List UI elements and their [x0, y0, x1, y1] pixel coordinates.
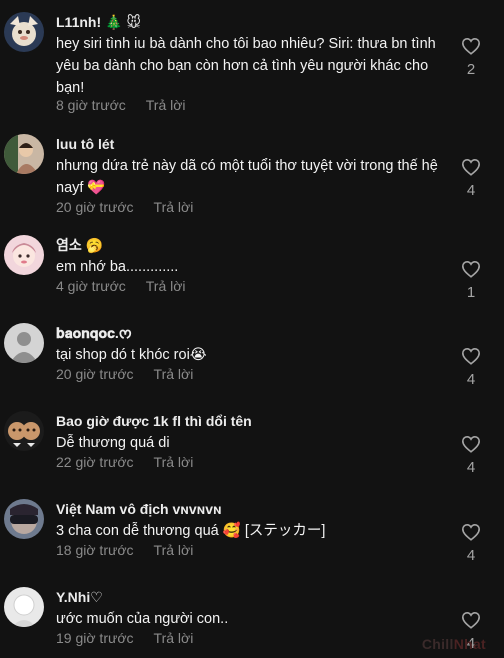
like-button[interactable]: 4	[457, 435, 485, 477]
reply-button[interactable]: Trả lời	[146, 277, 186, 295]
like-button[interactable]: 2	[457, 37, 485, 79]
comment-text: nhưng dứa trẻ này dã có một tuổi thơ tuy…	[56, 158, 438, 196]
comment-meta: 22 giờ trước Trả lời	[56, 453, 193, 471]
heart-icon	[461, 158, 481, 176]
like-count: 4	[466, 371, 476, 388]
comment-timestamp: 8 giờ trước	[56, 97, 126, 113]
comment-text: 3 cha con dễ thương quá 🥰 [ステッカー]	[56, 523, 326, 539]
comment-username[interactable]: L11nh! 🎄 🐭	[56, 13, 141, 31]
like-button[interactable]: 4	[457, 158, 485, 200]
comment-text: tại shop dó t khóc roi😭	[56, 347, 207, 363]
comment-meta: 19 giờ trước Trả lời	[56, 629, 193, 647]
comment-timestamp: 4 giờ trước	[56, 278, 126, 294]
comment-text: Dễ thương quá di	[56, 435, 170, 451]
heart-icon	[461, 523, 481, 541]
comment-meta: 4 giờ trước Trả lời	[56, 277, 186, 295]
like-count: 4	[466, 182, 476, 199]
reply-button[interactable]: Trả lời	[154, 198, 194, 216]
comment-timestamp: 19 giờ trước	[56, 630, 134, 646]
avatar[interactable]	[4, 499, 44, 539]
comment-username[interactable]: 염소 🥱	[56, 236, 103, 254]
reply-button[interactable]: Trả lời	[146, 96, 186, 114]
heart-icon	[461, 260, 481, 278]
comment-timestamp: 20 giờ trước	[56, 199, 134, 215]
comment-timestamp: 22 giờ trước	[56, 454, 134, 470]
comments-screen: { "comments": [ { "username": "L11nh! 🎄 …	[0, 0, 504, 658]
reply-button[interactable]: Trả lời	[154, 541, 194, 559]
comment-text: hey siri tình iu bà dành cho tôi bao nhi…	[56, 36, 436, 96]
like-button[interactable]: 4	[457, 523, 485, 565]
avatar[interactable]	[4, 235, 44, 275]
comment-meta: 18 giờ trước Trả lời	[56, 541, 193, 559]
comment-username[interactable]: Việt Nam vô địch ᴠɴᴠɴᴠɴ	[56, 500, 222, 518]
heart-icon	[461, 347, 481, 365]
avatar[interactable]	[4, 587, 44, 627]
comment-meta: 20 giờ trước Trả lời	[56, 198, 193, 216]
comment-username[interactable]: luu tô lét	[56, 135, 114, 153]
reply-button[interactable]: Trả lời	[154, 453, 194, 471]
comment-text: ước muốn của người con..	[56, 611, 229, 627]
heart-icon	[461, 37, 481, 55]
avatar[interactable]	[4, 12, 44, 52]
watermark: ChillNhat	[421, 636, 486, 652]
avatar[interactable]	[4, 323, 44, 363]
comment-meta: 20 giờ trước Trả lời	[56, 365, 193, 383]
comment-meta: 8 giờ trước Trả lời	[56, 96, 186, 114]
comment-username[interactable]: Bao giờ được 1k fl thì dổi tên	[56, 412, 252, 430]
like-count: 2	[466, 61, 476, 78]
like-button[interactable]: 4	[457, 347, 485, 389]
reply-button[interactable]: Trả lời	[154, 365, 194, 383]
like-count: 1	[466, 284, 476, 301]
comment-text: em nhớ ba.............	[56, 259, 179, 275]
like-count: 4	[466, 459, 476, 476]
reply-button[interactable]: Trả lời	[154, 629, 194, 647]
heart-icon	[461, 611, 481, 629]
avatar[interactable]	[4, 134, 44, 174]
comment-timestamp: 18 giờ trước	[56, 542, 134, 558]
like-count: 4	[466, 547, 476, 564]
comment-username[interactable]: Y.Nhi♡	[56, 588, 103, 606]
heart-icon	[461, 435, 481, 453]
comment-username[interactable]: 𝐛𝐚𝐨𝐧𝐪𝐨𝐜.ᰔ	[56, 324, 132, 342]
comment-timestamp: 20 giờ trước	[56, 366, 134, 382]
like-button[interactable]: 1	[457, 260, 485, 302]
avatar[interactable]	[4, 411, 44, 451]
